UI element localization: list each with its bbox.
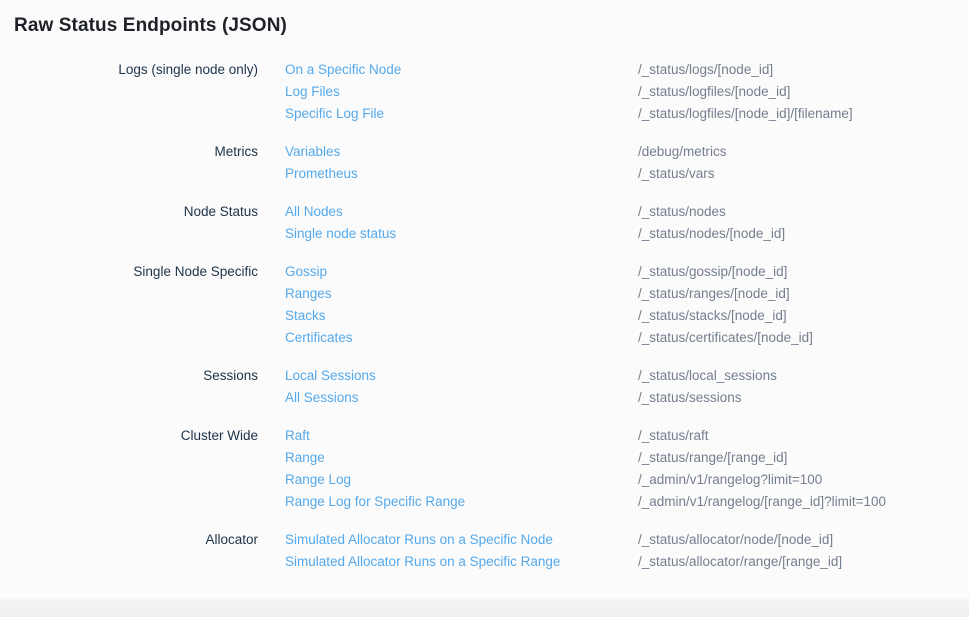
endpoint-row: Prometheus /_status/vars (285, 163, 727, 185)
endpoint-path: /_status/logs/[node_id] (638, 59, 773, 81)
endpoint-row: Stacks /_status/stacks/[node_id] (285, 305, 813, 327)
endpoint-row: Log Files /_status/logfiles/[node_id] (285, 81, 853, 103)
endpoint-link[interactable]: On a Specific Node (285, 59, 611, 81)
endpoint-link[interactable]: All Nodes (285, 201, 611, 223)
endpoint-link[interactable]: Gossip (285, 261, 611, 283)
endpoint-link[interactable]: Range Log for Specific Range (285, 491, 611, 513)
endpoint-path: /_status/ranges/[node_id] (638, 283, 790, 305)
endpoint-section: Allocator Simulated Allocator Runs on a S… (0, 529, 969, 573)
endpoint-row: Ranges /_status/ranges/[node_id] (285, 283, 813, 305)
endpoint-path: /_status/stacks/[node_id] (638, 305, 787, 327)
endpoint-link[interactable]: Prometheus (285, 163, 611, 185)
endpoint-path: /_status/sessions (638, 387, 742, 409)
endpoint-path: /_admin/v1/rangelog/[range_id]?limit=100 (638, 491, 886, 513)
section-rows: Variables/debug/metricsPrometheus/_statu… (285, 141, 727, 185)
endpoint-section: Cluster Wide Raft /_status/raft Range /_stat… (0, 425, 969, 513)
section-rows: Gossip /_status/gossip/[node_id] Ranges /_s… (285, 261, 813, 349)
endpoint-row: Specific Log File /_status/logfiles/[node… (285, 103, 853, 125)
endpoint-path: /_status/raft (638, 425, 709, 447)
endpoint-link[interactable]: Range (285, 447, 611, 469)
endpoint-section: MetricsVariables/debug/metricsPrometheus… (0, 141, 969, 185)
endpoint-path: /_status/certificates/[node_id] (638, 327, 813, 349)
endpoint-link[interactable]: Certificates (285, 327, 611, 349)
section-rows: Simulated Allocator Runs on a Specific N… (285, 529, 842, 573)
endpoint-link[interactable]: Range Log (285, 469, 611, 491)
endpoint-section: Logs (single node only) On a Specific Nod… (0, 59, 969, 125)
endpoint-link[interactable]: Simulated Allocator Runs on a Specific N… (285, 529, 611, 551)
endpoint-path: /_status/gossip/[node_id] (638, 261, 787, 283)
endpoint-row: Range Log for Specific Range /_admin/v1/r… (285, 491, 886, 513)
endpoint-table: Logs (single node only) On a Specific Nod… (0, 59, 969, 573)
endpoint-link[interactable]: Log Files (285, 81, 611, 103)
endpoint-row: Gossip /_status/gossip/[node_id] (285, 261, 813, 283)
section-rows: On a Specific Node /_status/logs/[node_id… (285, 59, 853, 125)
endpoint-link[interactable]: Simulated Allocator Runs on a Specific R… (285, 551, 611, 573)
section-label: Logs (single node only) (0, 59, 258, 81)
endpoint-path: /_status/nodes (638, 201, 726, 223)
section-label: Metrics (0, 141, 258, 163)
endpoint-row: On a Specific Node /_status/logs/[node_id… (285, 59, 853, 81)
endpoint-row: All Nodes /_status/nodes (285, 201, 785, 223)
endpoint-path: /_admin/v1/rangelog?limit=100 (638, 469, 822, 491)
debug-endpoints-page: Raw Status Endpoints (JSON) Logs (single… (0, 14, 969, 573)
endpoint-path: /debug/metrics (638, 141, 727, 163)
footer-strip (0, 599, 969, 617)
endpoint-row: Simulated Allocator Runs on a Specific R… (285, 551, 842, 573)
endpoint-link[interactable]: Specific Log File (285, 103, 611, 125)
section-label: Allocator (0, 529, 258, 551)
endpoint-row: Local Sessions /_status/local_sessions (285, 365, 777, 387)
endpoint-row: Range Log /_admin/v1/rangelog?limit=100 (285, 469, 886, 491)
endpoint-path: /_status/logfiles/[node_id]/[filename] (638, 103, 853, 125)
section-label: Single Node Specific (0, 261, 258, 283)
section-label: Cluster Wide (0, 425, 258, 447)
endpoint-path: /_status/logfiles/[node_id] (638, 81, 790, 103)
endpoint-row: Simulated Allocator Runs on a Specific N… (285, 529, 842, 551)
endpoint-path: /_status/allocator/range/[range_id] (638, 551, 842, 573)
endpoint-section: Sessions Local Sessions /_status/local_ses… (0, 365, 969, 409)
section-rows: Local Sessions/_status/local_sessionsAll… (285, 365, 777, 409)
endpoint-link[interactable]: Local Sessions (285, 365, 611, 387)
endpoint-row: Certificates /_status/certificates/[node_… (285, 327, 813, 349)
endpoint-link[interactable]: Stacks (285, 305, 611, 327)
page-title: Raw Status Endpoints (JSON) (14, 14, 969, 38)
endpoint-row: Variables/debug/metrics (285, 141, 727, 163)
endpoint-link[interactable]: Ranges (285, 283, 611, 305)
endpoint-link[interactable]: Variables (285, 141, 611, 163)
endpoint-path: /_status/allocator/node/[node_id] (638, 529, 833, 551)
endpoint-section: Node StatusAll Nodes/_status/nodesSingle… (0, 201, 969, 245)
section-label: Sessions (0, 365, 258, 387)
section-label: Node Status (0, 201, 258, 223)
endpoint-link[interactable]: Raft (285, 425, 611, 447)
section-rows: Raft /_status/raft Range /_status/range/[ra… (285, 425, 886, 513)
endpoint-path: /_status/vars (638, 163, 715, 185)
endpoint-row: Single node status /_status/nodes/[node_i… (285, 223, 785, 245)
endpoint-row: Range /_status/range/[range_id] (285, 447, 886, 469)
endpoint-row: All Sessions /_status/sessions (285, 387, 777, 409)
endpoint-path: /_status/local_sessions (638, 365, 777, 387)
endpoint-path: /_status/nodes/[node_id] (638, 223, 785, 245)
endpoint-link[interactable]: Single node status (285, 223, 611, 245)
endpoint-section: Single Node Specific Gossip /_status/gossi… (0, 261, 969, 349)
endpoint-row: Raft /_status/raft (285, 425, 886, 447)
endpoint-link[interactable]: All Sessions (285, 387, 611, 409)
endpoint-path: /_status/range/[range_id] (638, 447, 787, 469)
section-rows: All Nodes/_status/nodesSingle node statu… (285, 201, 785, 245)
